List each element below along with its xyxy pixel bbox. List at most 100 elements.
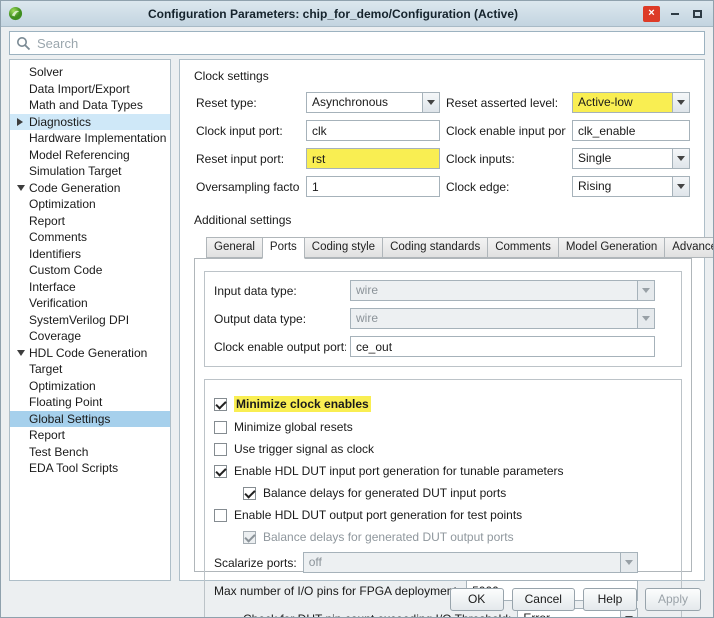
sidebar-item-model-referencing[interactable]: Model Referencing bbox=[10, 147, 170, 164]
sidebar-item-floating-point[interactable]: Floating Point bbox=[10, 394, 170, 411]
clock-inputs-dropdown[interactable]: Single bbox=[572, 148, 690, 169]
sidebar-item-solver[interactable]: Solver bbox=[10, 64, 170, 81]
maximize-button[interactable] bbox=[689, 6, 706, 22]
sidebar-item-label: Data Import/Export bbox=[29, 82, 130, 96]
tab-coding-standards[interactable]: Coding standards bbox=[382, 237, 488, 258]
reset-input-port-label: Reset input port: bbox=[196, 152, 300, 166]
sidebar-item-hardware-implementation[interactable]: Hardware Implementation bbox=[10, 130, 170, 147]
sidebar-item-label: Target bbox=[29, 362, 62, 376]
clock-edge-dropdown[interactable]: Rising bbox=[572, 176, 690, 197]
sidebar-item-interface[interactable]: Interface bbox=[10, 279, 170, 296]
sidebar-item-label: Identifiers bbox=[29, 247, 81, 261]
chevron-down-icon[interactable] bbox=[17, 185, 29, 191]
sidebar-item-code-generation[interactable]: Code Generation bbox=[10, 180, 170, 197]
enable-dut-output-port-checkbox[interactable] bbox=[214, 509, 227, 522]
clock-input-port-label: Clock input port: bbox=[196, 124, 300, 138]
close-button[interactable]: × bbox=[643, 6, 660, 22]
sidebar-item-global-settings[interactable]: Global Settings bbox=[10, 411, 170, 428]
minimize-button[interactable] bbox=[666, 6, 683, 22]
sidebar-item-cg-report[interactable]: Report bbox=[10, 213, 170, 230]
tab-advanced[interactable]: Advanced bbox=[664, 237, 714, 258]
sidebar-item-label: Interface bbox=[29, 280, 76, 294]
minimize-clock-enables-checkbox[interactable] bbox=[214, 398, 227, 411]
reset-input-port-field[interactable] bbox=[306, 148, 440, 169]
sidebar-item-systemverilog-dpi[interactable]: SystemVerilog DPI bbox=[10, 312, 170, 329]
sidebar-item-identifiers[interactable]: Identifiers bbox=[10, 246, 170, 263]
clock-inputs-dropdown-button[interactable] bbox=[672, 149, 689, 168]
sidebar-item-label: Coverage bbox=[29, 329, 81, 343]
sidebar-item-verification[interactable]: Verification bbox=[10, 295, 170, 312]
sidebar-item-hdl-optimization[interactable]: Optimization bbox=[10, 378, 170, 395]
sidebar-item-test-bench[interactable]: Test Bench bbox=[10, 444, 170, 461]
chevron-down-icon[interactable] bbox=[17, 350, 29, 356]
sidebar-item-label: EDA Tool Scripts bbox=[29, 461, 118, 475]
chevron-right-icon[interactable] bbox=[17, 118, 29, 126]
clock-settings-heading: Clock settings bbox=[194, 69, 692, 83]
sidebar-item-diagnostics[interactable]: Diagnostics bbox=[10, 114, 170, 131]
reset-asserted-level-dropdown-button[interactable] bbox=[672, 93, 689, 112]
balance-delays-input-checkbox[interactable] bbox=[243, 487, 256, 500]
sidebar-item-cg-comments[interactable]: Comments bbox=[10, 229, 170, 246]
tab-model-generation[interactable]: Model Generation bbox=[558, 237, 665, 258]
enable-dut-input-port-label[interactable]: Enable HDL DUT input port generation for… bbox=[234, 464, 564, 478]
sidebar-item-label: Optimization bbox=[29, 379, 96, 393]
input-data-type-dropdown: wire bbox=[350, 280, 655, 301]
clock-edge-dropdown-button[interactable] bbox=[672, 177, 689, 196]
sidebar-item-cg-optimization[interactable]: Optimization bbox=[10, 196, 170, 213]
ok-button[interactable]: OK bbox=[450, 588, 504, 611]
minimize-global-resets-label[interactable]: Minimize global resets bbox=[234, 420, 353, 434]
enable-dut-input-port-checkbox[interactable] bbox=[214, 465, 227, 478]
clock-enable-output-port-field[interactable] bbox=[350, 336, 655, 357]
oversampling-factor-label: Oversampling factor: bbox=[196, 180, 300, 194]
clock-enable-input-port-field[interactable] bbox=[572, 120, 690, 141]
minimize-clock-enables-option: Minimize clock enables bbox=[214, 396, 655, 412]
sidebar-item-label: Report bbox=[29, 428, 65, 442]
reset-type-dropdown-button[interactable] bbox=[422, 93, 439, 112]
sidebar-item-data-import-export[interactable]: Data Import/Export bbox=[10, 81, 170, 98]
clock-input-port-field[interactable] bbox=[306, 120, 440, 141]
search-icon bbox=[16, 36, 31, 51]
tab-general[interactable]: General bbox=[206, 237, 263, 258]
settings-panel: Clock settings Reset type: Asynchronous … bbox=[179, 59, 705, 581]
output-data-type-dropdown: wire bbox=[350, 308, 655, 329]
sidebar-item-hdl-report[interactable]: Report bbox=[10, 427, 170, 444]
sidebar-item-coverage[interactable]: Coverage bbox=[10, 328, 170, 345]
sidebar-item-hdl-code-generation[interactable]: HDL Code Generation bbox=[10, 345, 170, 362]
oversampling-factor-field[interactable] bbox=[306, 176, 440, 197]
app-icon bbox=[8, 6, 23, 21]
balance-delays-input-label[interactable]: Balance delays for generated DUT input p… bbox=[263, 486, 506, 500]
use-trigger-signal-label[interactable]: Use trigger signal as clock bbox=[234, 442, 374, 456]
titlebar[interactable]: Configuration Parameters: chip_for_demo/… bbox=[1, 1, 713, 27]
sidebar-item-custom-code[interactable]: Custom Code bbox=[10, 262, 170, 279]
category-tree: Solver Data Import/Export Math and Data … bbox=[9, 59, 171, 581]
sidebar-item-eda-tool-scripts[interactable]: EDA Tool Scripts bbox=[10, 460, 170, 477]
ports-tab-panel: Input data type: wire Output data type: … bbox=[194, 258, 692, 572]
minimize-clock-enables-label[interactable]: Minimize clock enables bbox=[234, 396, 371, 412]
sidebar-item-label: Custom Code bbox=[29, 263, 102, 277]
help-button[interactable]: Help bbox=[583, 588, 637, 611]
sidebar-item-math-and-data-types[interactable]: Math and Data Types bbox=[10, 97, 170, 114]
window-title: Configuration Parameters: chip_for_demo/… bbox=[29, 7, 637, 21]
minimize-global-resets-checkbox[interactable] bbox=[214, 421, 227, 434]
reset-asserted-level-dropdown[interactable]: Active-low bbox=[572, 92, 690, 113]
balance-delays-output-label: Balance delays for generated DUT output … bbox=[263, 530, 514, 544]
sidebar-item-label: Simulation Target bbox=[29, 164, 122, 178]
chevron-down-icon bbox=[677, 184, 685, 189]
minimize-global-resets-option: Minimize global resets bbox=[214, 420, 655, 434]
tab-ports[interactable]: Ports bbox=[262, 237, 305, 259]
reset-asserted-level-value: Active-low bbox=[573, 93, 672, 112]
tab-comments[interactable]: Comments bbox=[487, 237, 559, 258]
search-bar bbox=[1, 27, 713, 59]
cancel-button[interactable]: Cancel bbox=[512, 588, 575, 611]
enable-dut-output-port-label[interactable]: Enable HDL DUT output port generation fo… bbox=[234, 508, 522, 522]
use-trigger-signal-option: Use trigger signal as clock bbox=[214, 442, 655, 456]
sidebar-item-hdl-target[interactable]: Target bbox=[10, 361, 170, 378]
reset-type-dropdown[interactable]: Asynchronous bbox=[306, 92, 440, 113]
search-input[interactable] bbox=[9, 31, 705, 55]
use-trigger-signal-checkbox[interactable] bbox=[214, 443, 227, 456]
port-types-group: Input data type: wire Output data type: … bbox=[204, 271, 682, 367]
minimize-icon bbox=[671, 13, 679, 15]
tab-coding-style[interactable]: Coding style bbox=[304, 237, 383, 258]
sidebar-item-simulation-target[interactable]: Simulation Target bbox=[10, 163, 170, 180]
reset-asserted-level-label: Reset asserted level: bbox=[446, 96, 566, 110]
